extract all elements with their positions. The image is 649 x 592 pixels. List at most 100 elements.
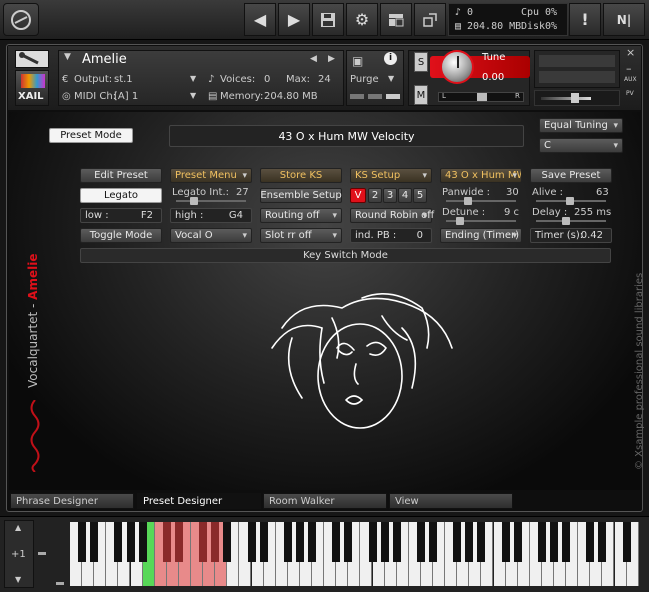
black-key[interactable]	[174, 522, 183, 562]
prev-preset-icon[interactable]: ◀	[310, 54, 317, 64]
black-key[interactable]	[308, 522, 316, 562]
toggle-mode-button[interactable]: Toggle Mode	[80, 228, 162, 243]
output-value[interactable]: st.1	[114, 74, 133, 85]
voice-5-button[interactable]: 5	[413, 188, 427, 203]
round-robin-dropdown[interactable]: Round Robin off	[350, 208, 434, 223]
octave-up-icon[interactable]: ▲	[15, 523, 21, 532]
black-key[interactable]	[90, 522, 99, 562]
info-icon[interactable]: i	[384, 52, 397, 65]
black-key[interactable]	[259, 522, 268, 562]
edit-preset-button[interactable]: Edit Preset	[80, 168, 162, 183]
prev-instrument-icon[interactable]: ◀	[244, 3, 276, 36]
ensemble-setup-button[interactable]: Ensemble Setup	[260, 188, 342, 203]
black-key[interactable]	[211, 522, 220, 562]
slot-rr-dropdown[interactable]: Slot rr off	[260, 228, 342, 243]
preset-mode-button[interactable]: Preset Mode	[49, 128, 133, 143]
purge-button[interactable]: Purge	[350, 74, 379, 85]
black-key[interactable]	[429, 522, 437, 562]
black-key[interactable]	[562, 522, 571, 562]
save-preset-button[interactable]: Save Preset	[530, 168, 612, 183]
black-key[interactable]	[283, 522, 292, 562]
pan-slider[interactable]: L R	[438, 92, 524, 102]
mod-wheel-icon[interactable]	[56, 582, 64, 585]
black-key[interactable]	[416, 522, 425, 562]
output-dropdown-icon[interactable]: ▼	[190, 74, 196, 83]
black-key[interactable]	[465, 522, 474, 562]
black-key[interactable]	[223, 522, 232, 562]
voice-4-button[interactable]: 4	[398, 188, 412, 203]
black-key[interactable]	[247, 522, 256, 562]
black-key[interactable]	[368, 522, 377, 562]
volume-slider[interactable]	[534, 90, 620, 106]
next-preset-icon[interactable]: ▶	[328, 54, 335, 64]
octave-down-icon[interactable]: ▼	[15, 575, 21, 584]
black-key[interactable]	[537, 522, 546, 562]
black-key[interactable]	[332, 522, 341, 562]
next-instrument-icon[interactable]: ▶	[278, 3, 310, 36]
routing-dropdown[interactable]: Routing off	[260, 208, 342, 223]
panwide-slider[interactable]	[446, 197, 516, 205]
black-key[interactable]	[598, 522, 607, 562]
black-key[interactable]	[513, 522, 522, 562]
detune-slider[interactable]	[446, 217, 516, 225]
black-key[interactable]	[126, 522, 135, 562]
black-key[interactable]	[501, 522, 510, 562]
black-key[interactable]	[586, 522, 595, 562]
max-value[interactable]: 24	[318, 74, 331, 85]
black-key[interactable]	[453, 522, 462, 562]
tuning-dropdown[interactable]: Equal Tuning	[539, 118, 623, 133]
legato-button[interactable]: Legato	[80, 188, 162, 203]
legato-int-slider[interactable]	[176, 197, 246, 205]
black-key[interactable]	[392, 522, 401, 562]
solo-button[interactable]: S	[414, 52, 428, 72]
camera-icon[interactable]: ▣	[352, 54, 363, 68]
layout-icon[interactable]	[380, 3, 412, 36]
black-key[interactable]	[295, 522, 304, 562]
ind-pb-field[interactable]: ind. PB : 0	[350, 228, 432, 243]
pv-button[interactable]: PV	[626, 90, 634, 97]
black-key[interactable]	[114, 522, 123, 562]
black-key[interactable]	[344, 522, 353, 562]
aux-button[interactable]: AUX	[624, 76, 637, 83]
store-ks-button[interactable]: Store KS	[260, 168, 342, 183]
black-key[interactable]	[380, 522, 389, 562]
ks-setup-dropdown[interactable]: KS Setup	[350, 168, 432, 183]
save-icon[interactable]	[312, 3, 344, 36]
midi-value[interactable]: [A] 1	[114, 91, 138, 102]
ks-name-dropdown[interactable]: 43 O x Hum MW V	[440, 168, 522, 183]
timer-field[interactable]: Timer (s): 0.42	[530, 228, 612, 243]
black-key[interactable]	[550, 522, 558, 562]
voice-v-button[interactable]: V	[350, 188, 366, 203]
tune-value[interactable]: 0.00	[482, 72, 504, 83]
voice-3-button[interactable]: 3	[383, 188, 397, 203]
gear-icon[interactable]: ⚙	[346, 3, 378, 36]
black-key[interactable]	[162, 522, 171, 562]
tab-preset-designer[interactable]: Preset Designer	[137, 493, 261, 509]
alert-icon[interactable]: !	[569, 3, 601, 36]
black-key[interactable]	[138, 522, 147, 562]
tune-knob[interactable]	[440, 50, 474, 84]
black-key[interactable]	[622, 522, 631, 562]
delay-slider[interactable]	[536, 217, 606, 225]
midi-dropdown-icon[interactable]: ▼	[190, 91, 196, 100]
voice-2-button[interactable]: 2	[368, 188, 382, 203]
key-dropdown[interactable]: C	[539, 138, 623, 153]
preset-menu-dropdown[interactable]: Preset Menu	[170, 168, 252, 183]
high-range-field[interactable]: high : G4	[170, 208, 252, 223]
black-key[interactable]	[477, 522, 486, 562]
collapse-icon[interactable]: ▼	[64, 52, 71, 62]
tab-room-walker[interactable]: Room Walker	[263, 493, 387, 509]
pitch-wheel-icon[interactable]	[38, 552, 46, 555]
ending-dropdown[interactable]: Ending (Timer)	[440, 228, 522, 243]
wrench-icon[interactable]	[15, 50, 49, 68]
alive-slider[interactable]	[536, 197, 606, 205]
purge-dropdown-icon[interactable]: ▼	[388, 74, 394, 83]
instrument-name[interactable]: Amelie	[82, 52, 127, 67]
resize-icon[interactable]	[414, 3, 446, 36]
tab-phrase-designer[interactable]: Phrase Designer	[10, 493, 134, 509]
close-icon[interactable]: ×	[626, 46, 635, 59]
kontakt-logo-icon[interactable]	[3, 3, 39, 36]
low-range-field[interactable]: low : F2	[80, 208, 162, 223]
black-key[interactable]	[199, 522, 208, 562]
vocal-dropdown[interactable]: Vocal O	[170, 228, 252, 243]
